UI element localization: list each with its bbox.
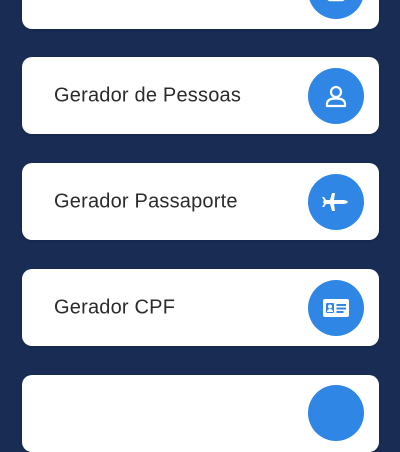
- list-item-gerador-passaporte[interactable]: Gerador Passaporte: [22, 163, 379, 240]
- list-item-label: Gerador Passaporte: [54, 190, 238, 212]
- airplane-icon: [308, 173, 364, 230]
- person-icon: [308, 67, 364, 124]
- partial-icon: [308, 0, 364, 19]
- partial-icon: [308, 385, 364, 441]
- list-item-label: Gerador CPF: [54, 296, 176, 318]
- id-card-icon: [308, 279, 364, 336]
- generator-list: Gerador de Pessoas Gerador Passaporte Ge…: [0, 0, 400, 452]
- list-item-gerador-pessoas[interactable]: Gerador de Pessoas: [22, 57, 379, 134]
- list-item-label: Gerador de Pessoas: [54, 84, 242, 106]
- list-item-top-partial[interactable]: [22, 0, 379, 29]
- list-item-bottom-partial[interactable]: [22, 375, 379, 452]
- list-item-gerador-cpf[interactable]: Gerador CPF: [22, 269, 379, 346]
